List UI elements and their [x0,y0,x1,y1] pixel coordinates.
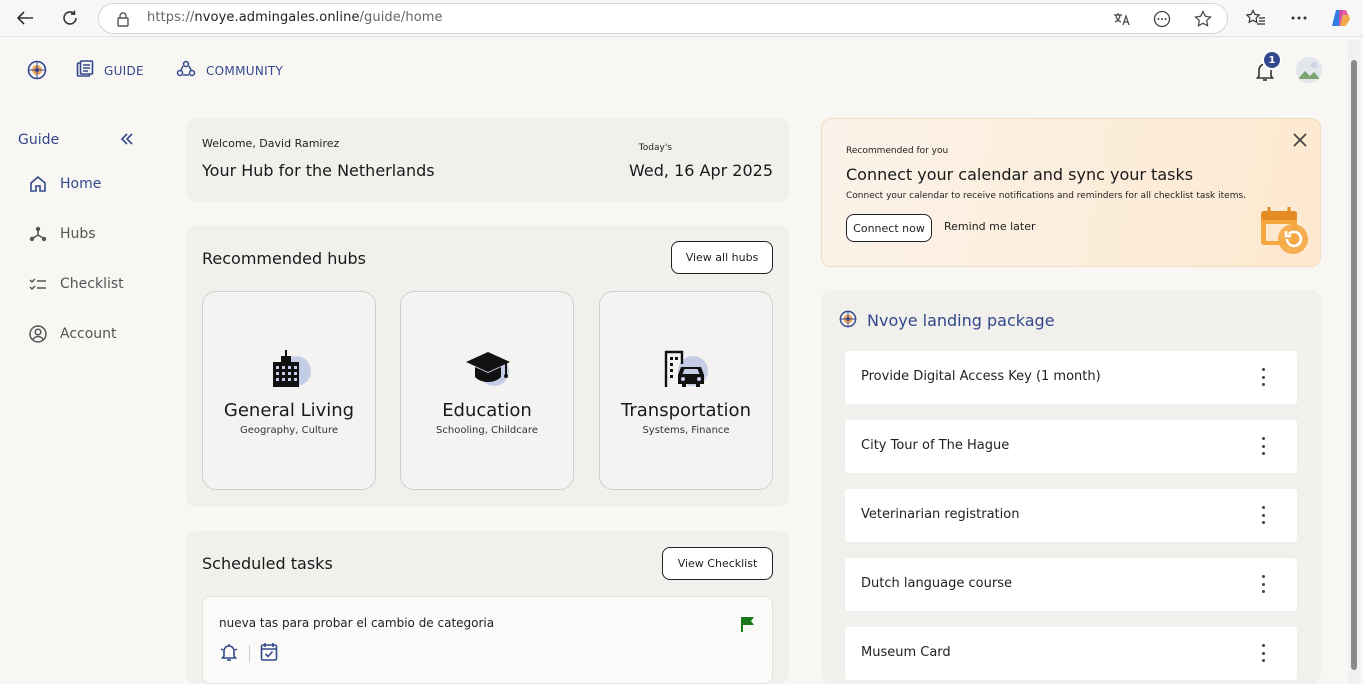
hub-tile-transportation[interactable]: Transportation Systems, Finance [599,291,773,490]
kebab-menu-icon[interactable] [1255,506,1271,524]
copilot-icon[interactable] [1330,7,1352,29]
task-item[interactable]: nueva tas para probar el cambio de categ… [202,596,773,684]
scheduled-tasks-section: Scheduled tasks View Checklist nueva tas… [186,531,789,684]
list-item[interactable]: Museum Card [845,627,1297,680]
favorites-icon[interactable] [1245,7,1267,29]
sidebar-item-home[interactable]: Home [28,172,101,196]
list-item[interactable]: City Tour of The Hague [845,420,1297,473]
nvoye-logo-icon [839,310,857,332]
building-icon [265,348,313,394]
avatar[interactable] [1296,57,1322,83]
package-title: Nvoye landing package [867,311,1055,330]
page-title: Your Hub for the Netherlands [202,161,435,180]
menu-dots-icon[interactable] [1288,7,1310,29]
nav-community-label: COMMUNITY [206,63,284,78]
more-options-circle-icon[interactable] [1152,10,1172,28]
collapse-sidebar-icon[interactable] [120,132,134,150]
list-item[interactable]: Provide Digital Access Key (1 month) [845,351,1297,404]
divider [249,645,250,663]
hub-name: Transportation [621,400,751,421]
sidebar-item-label: Home [60,176,102,192]
sidebar-item-account[interactable]: Account [28,322,117,346]
hub-name: Education [442,400,532,421]
sidebar-item-label: Hubs [60,226,96,242]
today-label: Today's [638,143,672,153]
account-icon [29,325,47,343]
browser-toolbar: https://nvoye.admingales.online/guide/ho… [0,0,1363,37]
list-item-label: Dutch language course [861,576,1012,591]
checklist-icon [29,278,46,291]
sidebar-title: Guide [18,132,60,148]
list-item-label: Museum Card [861,645,951,660]
section-title: Recommended hubs [202,249,366,268]
landing-package-section: Nvoye landing package Provide Digital Ac… [821,290,1321,684]
close-icon[interactable] [1292,129,1308,153]
sidebar-item-checklist[interactable]: Checklist [28,272,124,296]
lock-icon[interactable] [116,11,130,31]
banner-eyebrow: Recommended for you [846,146,949,156]
connect-now-button[interactable]: Connect now [846,214,932,242]
kebab-menu-icon[interactable] [1255,437,1271,455]
banner-title: Connect your calendar and sync your task… [846,165,1194,184]
hub-tile-general-living[interactable]: General Living Geography, Culture [202,291,376,490]
hub-name: General Living [223,400,355,421]
kebab-menu-icon[interactable] [1255,575,1271,593]
list-item-label: City Tour of The Hague [861,438,1010,453]
sidebar-item-label: Account [60,326,117,342]
graduation-cap-icon [463,348,511,394]
calendar-sync-icon [1259,205,1311,261]
nav-guide[interactable]: GUIDE [76,60,144,81]
hubs-icon [29,226,47,242]
community-icon [176,60,196,81]
address-bar[interactable]: https://nvoye.admingales.online/guide/ho… [98,3,1228,34]
back-arrow-icon[interactable] [13,7,37,29]
star-icon[interactable] [1193,10,1213,28]
remind-later-button[interactable]: Remind me later [944,220,1036,233]
list-item[interactable]: Veterinarian registration [845,489,1297,542]
notification-badge[interactable]: 1 [1262,50,1282,70]
view-checklist-button[interactable]: View Checklist [662,547,773,580]
recommended-hubs-section: Recommended hubs View all hubs General L… [186,225,789,507]
sidebar-item-label: Checklist [60,276,124,292]
reload-icon[interactable] [58,7,82,29]
list-item-label: Provide Digital Access Key (1 month) [861,369,1101,384]
hub-desc: Geography, Culture [240,425,338,436]
book-icon [76,60,94,81]
flag-icon [740,616,756,636]
car-city-icon [662,348,710,394]
list-item[interactable]: Dutch language course [845,558,1297,611]
hub-desc: Schooling, Childcare [436,425,538,436]
scrollbar-thumb[interactable] [1351,60,1357,670]
welcome-card: Welcome, David Ramirez Your Hub for the … [186,118,789,202]
task-actions [219,642,278,666]
view-all-hubs-button[interactable]: View all hubs [671,241,773,274]
kebab-menu-icon[interactable] [1255,644,1271,662]
home-icon [30,175,46,192]
sidebar-item-hubs[interactable]: Hubs [28,222,96,246]
url-text: https://nvoye.admingales.online/guide/ho… [147,10,443,25]
section-title: Scheduled tasks [202,554,333,573]
nvoye-logo-icon[interactable] [27,60,47,80]
nav-guide-label: GUIDE [104,63,144,78]
list-item-label: Veterinarian registration [861,507,1020,522]
hub-desc: Systems, Finance [642,425,730,436]
reminder-bell-icon[interactable] [219,642,239,666]
calendar-check-icon[interactable] [260,642,278,666]
page-scrollbar[interactable] [1348,40,1360,684]
today-date: Wed, 16 Apr 2025 [629,161,773,180]
nav-community[interactable]: COMMUNITY [176,60,283,81]
calendar-sync-banner: Recommended for you Connect your calenda… [821,118,1321,267]
hub-tile-education[interactable]: Education Schooling, Childcare [400,291,574,490]
translate-icon[interactable] [1112,10,1132,28]
banner-description: Connect your calendar to receive notific… [846,191,1247,201]
kebab-menu-icon[interactable] [1255,368,1271,386]
welcome-greeting: Welcome, David Ramirez [202,137,340,150]
task-text: nueva tas para probar el cambio de categ… [219,616,495,630]
